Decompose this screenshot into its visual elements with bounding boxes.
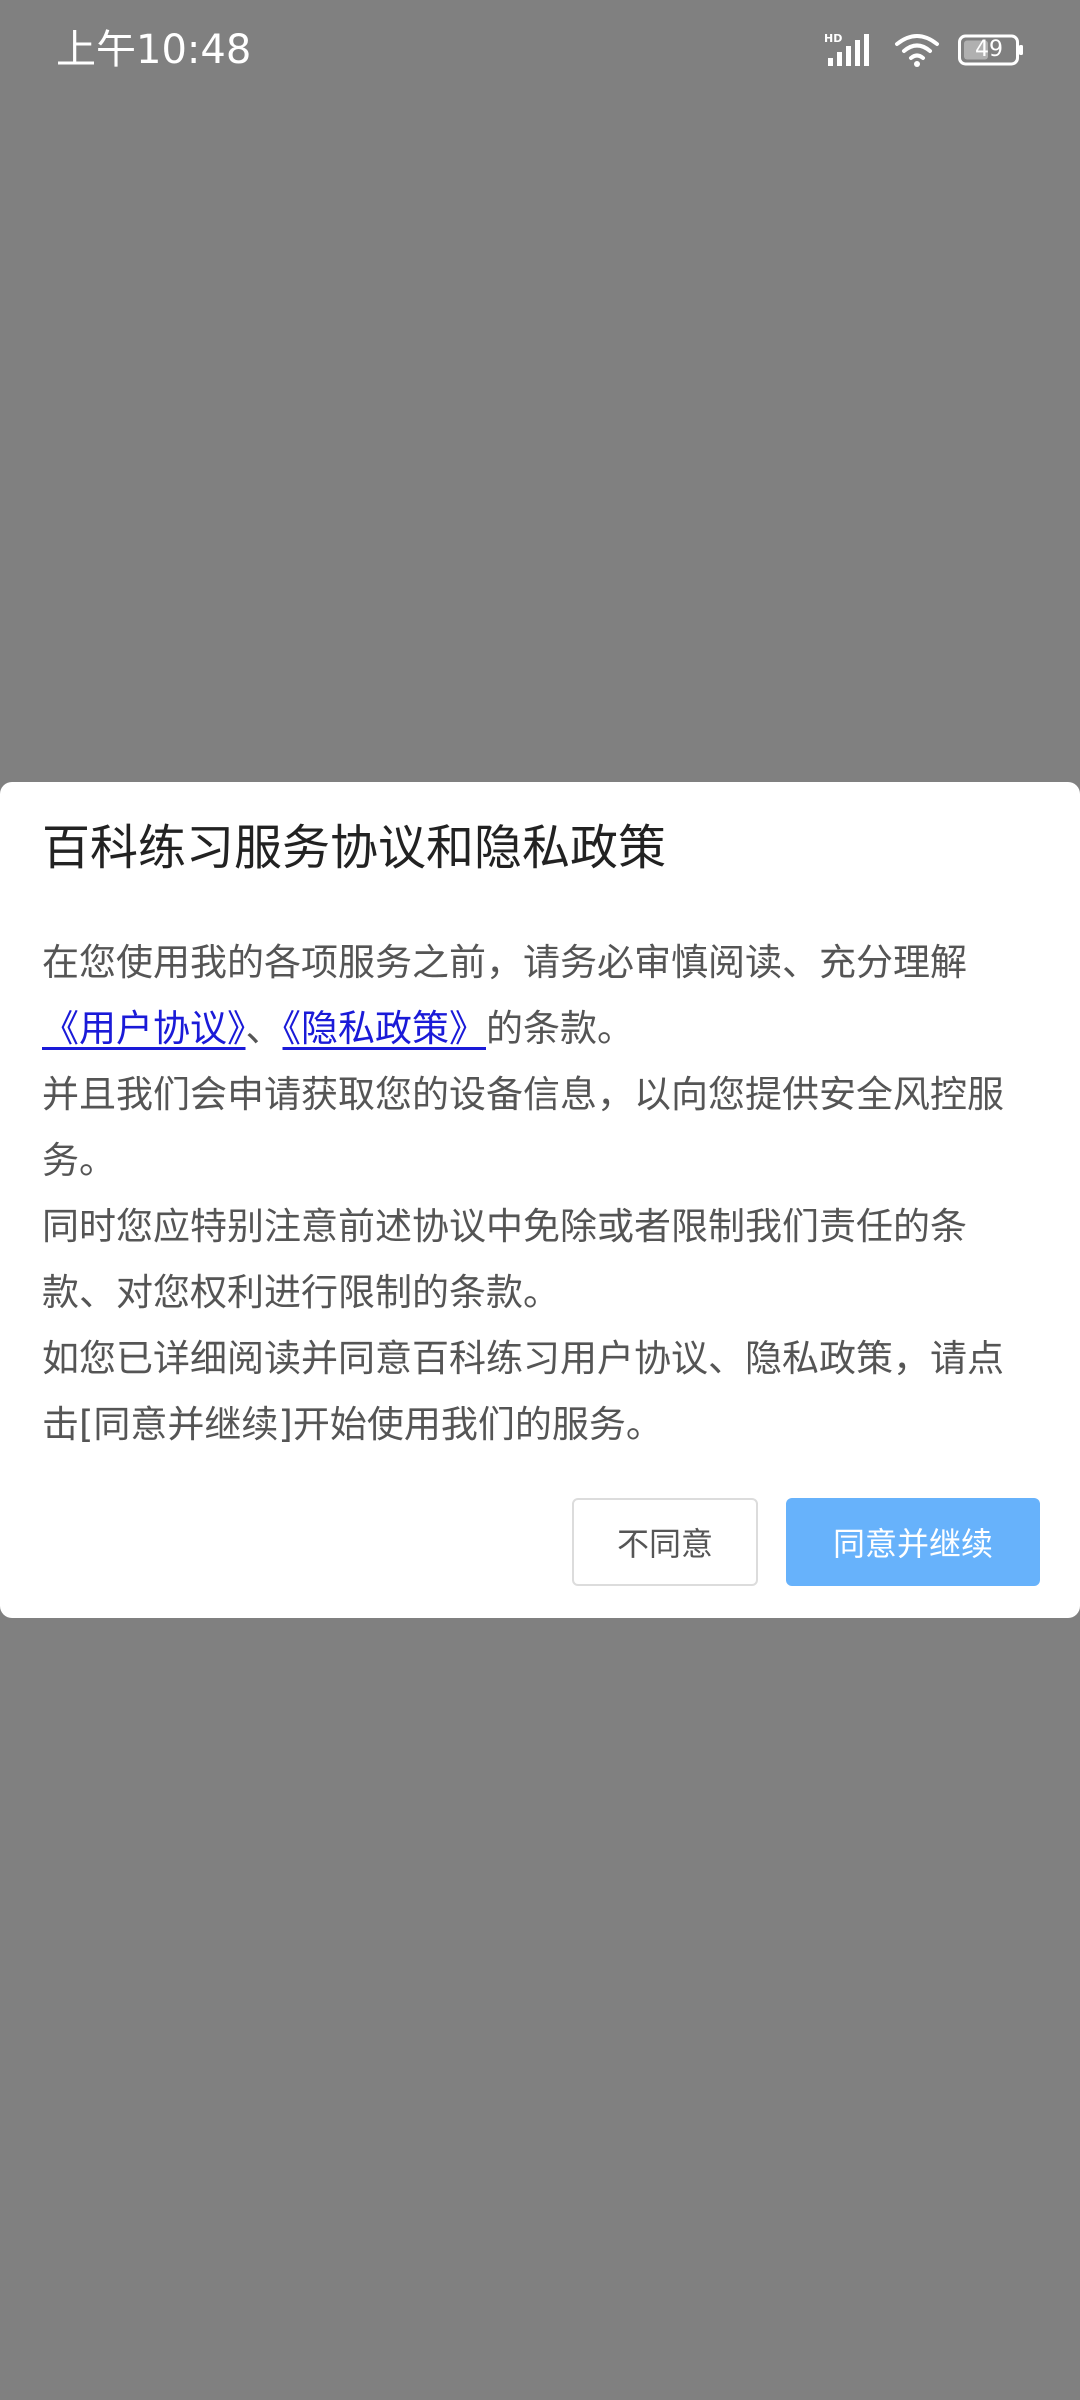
agree-continue-button[interactable]: 同意并继续 [786,1498,1040,1586]
user-agreement-link[interactable]: 《用户协议》 [42,1007,246,1050]
link-separator: 、 [245,1007,283,1050]
status-icons: HD 49 [824,28,1023,72]
status-bar: 上午10:48 HD 49 [0,0,1080,100]
intro-suffix: 的条款。 [486,1007,634,1050]
paragraph-intro: 在您使用我的各项服务之前，请务必审慎阅读、充分理解《用户协议》、《隐私政策》的条… [42,930,1022,1062]
dialog-buttons: 不同意 同意并继续 [572,1498,1040,1586]
screen: 上午10:48 HD 49 百科练习服务协议和隐私政策 在您使用我的各项服务之前… [0,0,1080,2400]
dialog-body: 在您使用我的各项服务之前，请务必审慎阅读、充分理解《用户协议》、《隐私政策》的条… [42,930,1022,1458]
disagree-button[interactable]: 不同意 [572,1498,758,1586]
signal-icon: HD [824,32,876,68]
paragraph-device-info: 并且我们会申请获取您的设备信息，以向您提供安全风控服务。 [42,1073,1004,1182]
privacy-dialog: 百科练习服务协议和隐私政策 在您使用我的各项服务之前，请务必审慎阅读、充分理解《… [0,782,1080,1618]
battery-icon: 49 [958,34,1023,66]
privacy-policy-link[interactable]: 《隐私政策》 [283,1007,487,1050]
paragraph-liability: 同时您应特别注意前述协议中免除或者限制我们责任的条款、对您权利进行限制的条款。 [42,1205,967,1314]
status-time: 上午10:48 [56,27,252,73]
battery-level: 49 [975,37,1003,62]
dialog-title: 百科练习服务协议和隐私政策 [42,820,667,876]
paragraph-consent: 如您已详细阅读并同意百科练习用户协议、隐私政策，请点击[同意并继续]开始使用我们… [42,1337,1004,1446]
intro-text: 在您使用我的各项服务之前，请务必审慎阅读、充分理解 [42,941,967,984]
network-badge: HD [824,32,842,45]
wifi-icon [894,32,940,68]
